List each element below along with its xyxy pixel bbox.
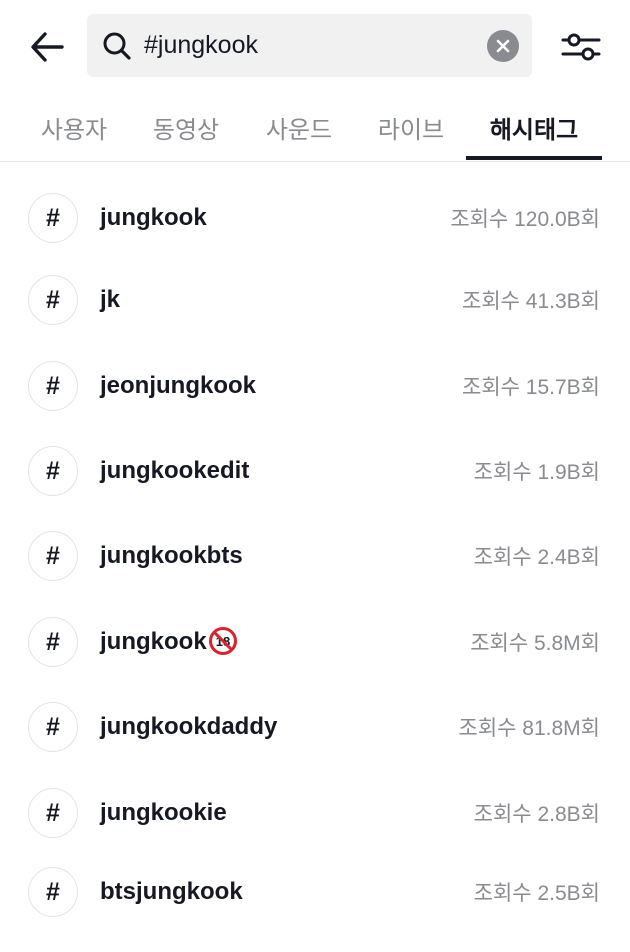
- close-icon: [496, 39, 510, 53]
- view-count: 조회수 15.7B회: [462, 376, 600, 399]
- hashtag-icon: #: [28, 867, 78, 917]
- view-count: 조회수 120.0B회: [450, 208, 600, 231]
- hashtag-name: btsjungkook: [100, 878, 243, 905]
- search-header: [0, 0, 630, 92]
- tab-bar: 사용자 동영상 사운드 라이브 해시태그: [0, 92, 630, 162]
- search-icon: [103, 32, 131, 60]
- hashtag-icon: #: [28, 446, 78, 496]
- hashtag-name: jungkookbts: [100, 542, 243, 569]
- tab-sounds[interactable]: 사운드: [247, 92, 351, 162]
- view-count: 조회수 5.8M회: [470, 632, 600, 655]
- tab-users[interactable]: 사용자: [22, 92, 126, 162]
- hashtag-row[interactable]: # jeonjungkook 조회수 15.7B회: [0, 345, 630, 425]
- hashtag-icon: #: [28, 702, 78, 752]
- hashtag-icon: #: [28, 617, 78, 667]
- view-count: 조회수 2.5B회: [473, 882, 600, 905]
- hashtag-row[interactable]: # btsjungkook 조회수 2.5B회: [0, 851, 630, 931]
- hashtag-name: jk: [100, 286, 121, 313]
- hashtag-row[interactable]: # jungkookbts 조회수 2.4B회: [0, 515, 630, 595]
- search-bar[interactable]: [87, 14, 532, 77]
- hashtag-icon: #: [28, 275, 78, 325]
- back-arrow-icon: [31, 32, 64, 62]
- view-count: 조회수 81.8M회: [458, 717, 600, 740]
- hashtag-icon: #: [28, 361, 78, 411]
- sliders-icon: [561, 33, 601, 61]
- search-input[interactable]: [144, 14, 464, 77]
- clear-search-button[interactable]: [487, 30, 519, 62]
- hashtag-row[interactable]: # jungkookie 조회수 2.8B회: [0, 772, 630, 852]
- active-tab-indicator: [466, 156, 602, 160]
- hashtag-name: jungkookedit: [100, 457, 250, 484]
- hashtag-row[interactable]: # jungkookdaddy 조회수 81.8M회: [0, 686, 630, 766]
- tab-hashtags[interactable]: 해시태그: [466, 92, 602, 162]
- view-count: 조회수 41.3B회: [462, 290, 600, 313]
- view-count: 조회수 2.4B회: [473, 546, 600, 569]
- filter-button[interactable]: [560, 26, 602, 68]
- hashtag-name: jungkook: [100, 204, 207, 231]
- hashtag-row[interactable]: # jungkook 18 조회수 5.8M회: [0, 601, 630, 681]
- view-count: 조회수 2.8B회: [473, 803, 600, 826]
- no-under-18-emoji-icon: 18: [208, 627, 237, 655]
- hashtag-icon: #: [28, 531, 78, 581]
- hashtag-row[interactable]: # jungkook 조회수 120.0B회: [0, 177, 630, 257]
- hashtag-icon: #: [28, 788, 78, 838]
- hashtag-name: jungkookie: [100, 799, 227, 826]
- hashtag-row[interactable]: # jungkookedit 조회수 1.9B회: [0, 430, 630, 510]
- hashtag-name: jungkook: [100, 628, 207, 655]
- hashtag-name: jungkookdaddy: [100, 713, 278, 740]
- hashtag-row[interactable]: # jk 조회수 41.3B회: [0, 259, 630, 339]
- hashtag-icon: #: [28, 193, 78, 243]
- hashtag-name-with-emoji: jungkook 18: [100, 601, 237, 683]
- hashtag-name: jeonjungkook: [100, 372, 256, 399]
- tab-videos[interactable]: 동영상: [134, 92, 238, 162]
- view-count: 조회수 1.9B회: [473, 461, 600, 484]
- tab-live[interactable]: 라이브: [359, 92, 463, 162]
- back-button[interactable]: [26, 26, 68, 68]
